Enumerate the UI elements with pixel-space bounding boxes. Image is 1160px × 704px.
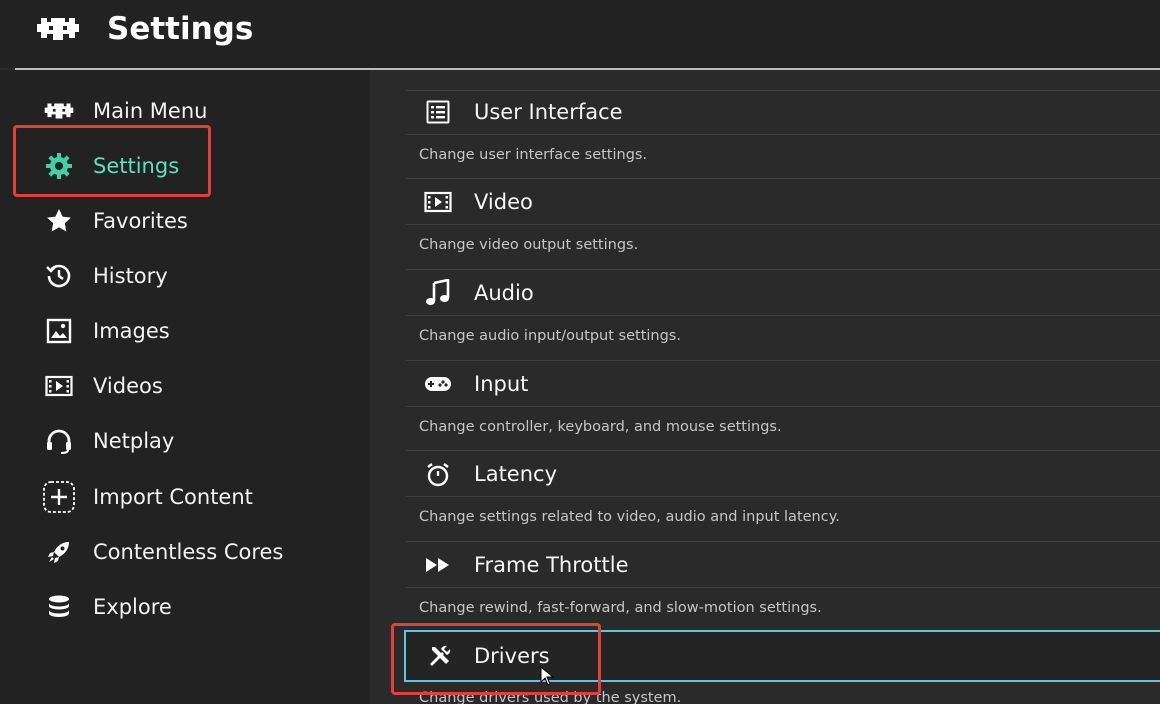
divider (406, 496, 1160, 497)
entry-label: Video (474, 190, 533, 214)
entry-description: Change controller, keyboard, and mouse s… (419, 419, 782, 435)
gear-icon (41, 151, 77, 181)
sidebar-item-label: Explore (93, 595, 172, 619)
sidebar-item-label: Import Content (93, 485, 253, 509)
music-note-icon (424, 279, 452, 307)
film-icon (424, 188, 452, 216)
sidebar: Main Menu Settings Favorites History Ima… (0, 70, 370, 704)
settings-list: User Interface Change user interface set… (370, 70, 1160, 704)
sidebar-item-label: Contentless Cores (93, 540, 284, 564)
database-icon (41, 592, 77, 622)
sidebar-item-explore[interactable]: Explore (0, 580, 370, 634)
entry-latency[interactable]: Latency (406, 452, 1160, 496)
sidebar-item-favorites[interactable]: Favorites (0, 194, 370, 248)
star-icon (41, 206, 77, 236)
sidebar-item-videos[interactable]: Videos (0, 359, 370, 413)
divider (406, 178, 1160, 179)
plus-icon (41, 481, 77, 513)
gamepad-icon (424, 370, 452, 398)
sidebar-item-label: Images (93, 319, 170, 343)
divider (406, 450, 1160, 451)
entry-label: Audio (474, 281, 534, 305)
entry-video[interactable]: Video (406, 180, 1160, 224)
mouse-cursor-icon (540, 666, 554, 686)
entry-label: Input (474, 372, 529, 396)
headset-icon (41, 426, 77, 456)
entry-description: Change video output settings. (419, 237, 639, 253)
entry-label: User Interface (474, 100, 623, 124)
rocket-icon (41, 537, 77, 567)
sidebar-item-label: Settings (93, 154, 180, 178)
sidebar-item-contentless-cores[interactable]: Contentless Cores (0, 525, 370, 579)
entry-description: Change drivers used by the system. (419, 690, 682, 704)
divider (406, 224, 1160, 225)
entry-description: Change settings related to video, audio … (419, 509, 840, 525)
sidebar-item-import-content[interactable]: Import Content (0, 470, 370, 524)
sidebar-item-history[interactable]: History (0, 249, 370, 303)
entry-label: Latency (474, 462, 558, 486)
entry-description: Change audio input/output settings. (419, 328, 681, 344)
page-title: Settings (107, 11, 254, 47)
sidebar-item-main-menu[interactable]: Main Menu (0, 84, 370, 138)
sidebar-item-label: History (93, 264, 168, 288)
divider (406, 406, 1160, 407)
retroarch-invader-icon (37, 18, 79, 40)
entry-description: Change user interface settings. (419, 147, 648, 163)
history-icon (41, 261, 77, 291)
invader-icon (41, 96, 77, 126)
sidebar-item-label: Main Menu (93, 99, 208, 123)
film-icon (41, 371, 77, 401)
list-icon (424, 98, 452, 126)
title-bar: Settings (0, 0, 1160, 68)
divider (406, 315, 1160, 316)
sidebar-item-settings[interactable]: Settings (0, 139, 370, 193)
entry-description: Change rewind, fast-forward, and slow-mo… (419, 600, 822, 616)
sidebar-item-label: Netplay (93, 429, 175, 453)
stopwatch-icon (424, 460, 452, 488)
sidebar-item-images[interactable]: Images (0, 304, 370, 358)
divider (406, 134, 1160, 135)
tools-icon (426, 642, 454, 670)
entry-audio[interactable]: Audio (406, 271, 1160, 315)
sidebar-item-label: Favorites (93, 209, 188, 233)
entry-label: Drivers (474, 644, 550, 668)
divider (406, 360, 1160, 361)
divider (406, 541, 1160, 542)
entry-frame-throttle[interactable]: Frame Throttle (406, 543, 1160, 587)
image-icon (41, 316, 77, 346)
sidebar-item-netplay[interactable]: Netplay (0, 414, 370, 468)
divider (406, 269, 1160, 270)
entry-drivers[interactable]: Drivers (404, 630, 1160, 682)
divider (406, 587, 1160, 588)
entry-input[interactable]: Input (406, 362, 1160, 406)
sidebar-item-label: Videos (93, 374, 163, 398)
entry-user-interface[interactable]: User Interface (406, 90, 1160, 134)
entry-label: Frame Throttle (474, 553, 629, 577)
fast-forward-icon (424, 551, 452, 579)
